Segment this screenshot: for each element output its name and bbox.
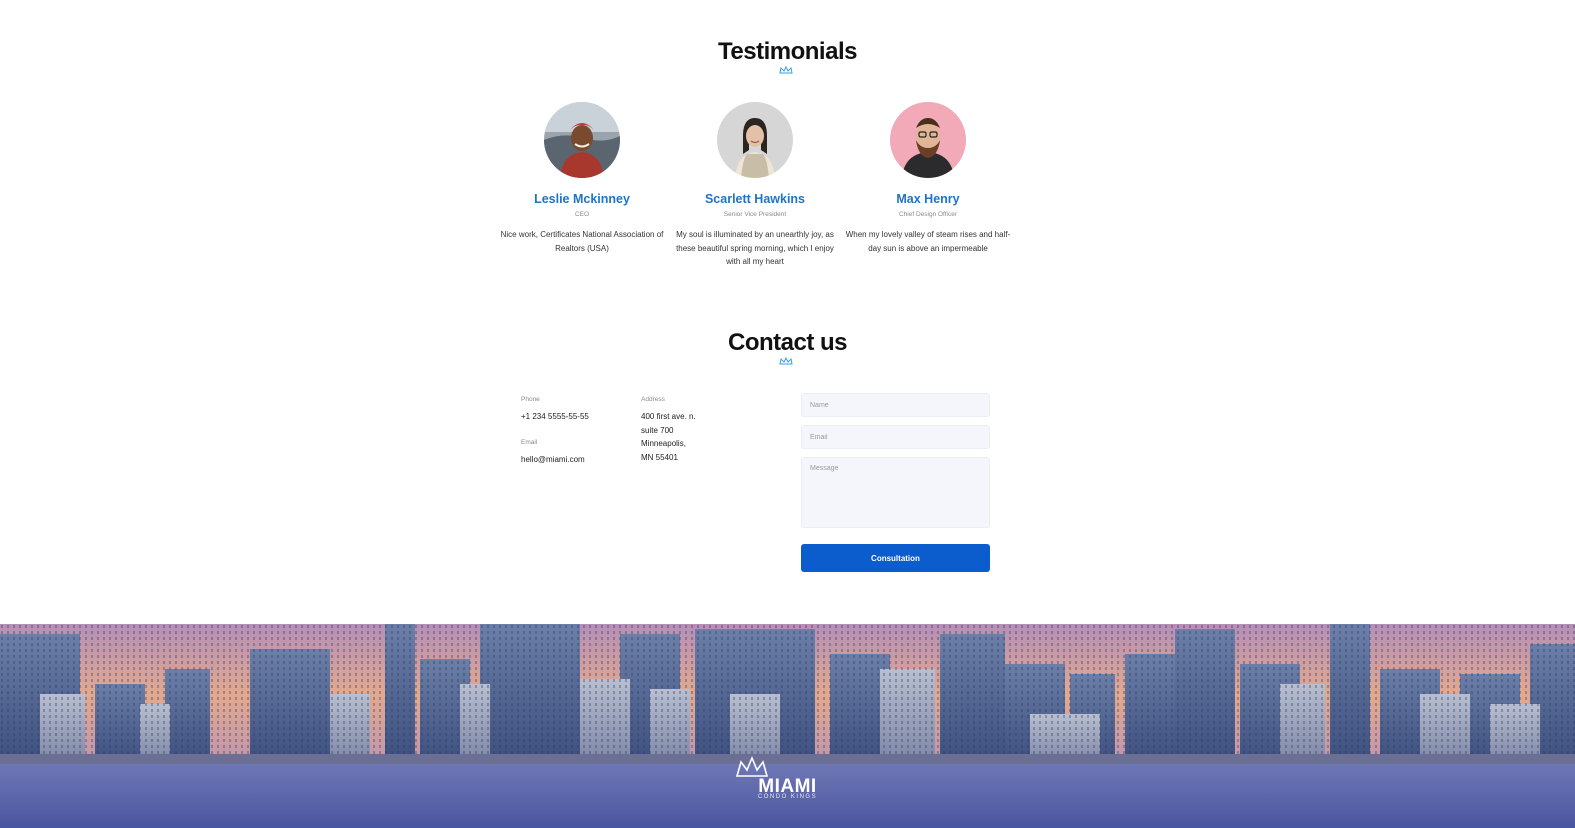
testimonial-role: CEO [574, 211, 590, 218]
address-line: 400 first ave. n. [641, 412, 696, 421]
testimonial-name: Leslie Mckinney [534, 192, 630, 206]
testimonial-role: Senior Vice President [723, 211, 787, 218]
address-line: MN 55401 [641, 452, 678, 462]
address-block: 400 first ave. n. suite 700 Minneapolis,… [641, 410, 696, 464]
footer-logo-subtitle: CONDO KINGS [757, 794, 818, 800]
testimonial-name: Max Henry [896, 192, 960, 206]
address-line: suite 700 [641, 425, 674, 435]
testimonial-name: Scarlett Hawkins [704, 192, 806, 206]
email-label: Email [521, 439, 538, 446]
avatar [890, 102, 966, 178]
testimonial-quote: My soul is illuminated by an unearthly j… [676, 230, 834, 266]
message-textarea[interactable] [801, 457, 990, 528]
testimonials-title: Testimonials [718, 38, 857, 65]
testimonial-role: Chief Design Officer [898, 211, 958, 218]
address-line: Minneapolis, [641, 439, 686, 448]
phone-label: Phone [521, 396, 540, 403]
email-value[interactable]: hello@miami.com [521, 453, 585, 467]
consultation-button[interactable]: Consultation [801, 544, 990, 572]
avatar [717, 102, 793, 178]
crown-divider-icon [779, 66, 793, 74]
avatar [544, 102, 620, 178]
testimonial-quote: When my lovely valley of steam rises and… [845, 230, 1011, 253]
testimonial-quote: Nice work, Certificates National Associa… [500, 230, 664, 253]
testimonial-card: Max Henry Chief Design Officer When my l… [843, 102, 1013, 255]
address-label: Address [641, 396, 665, 403]
name-input[interactable] [801, 393, 990, 417]
contact-title: Contact us [727, 329, 848, 356]
testimonial-card: Leslie Mckinney CEO Nice work, Certifica… [497, 102, 667, 255]
phone-value[interactable]: +1 234 5555-55-55 [521, 410, 589, 424]
testimonial-card: Scarlett Hawkins Senior Vice President M… [670, 102, 840, 269]
email-input[interactable] [801, 425, 990, 449]
crown-divider-icon [779, 357, 793, 365]
